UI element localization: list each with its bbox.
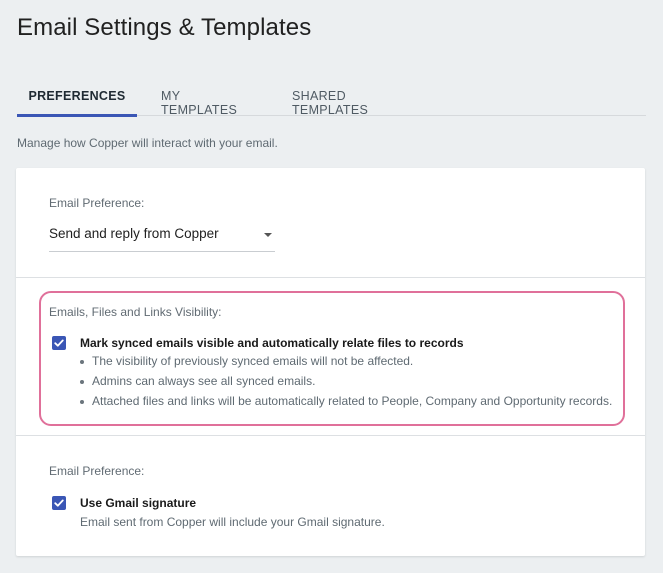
email-preference-select[interactable]: Send and reply from Copper — [49, 224, 275, 252]
tab-bar: PREFERENCES MY TEMPLATES SHARED TEMPLATE… — [17, 80, 646, 117]
visibility-notes: The visibility of previously synced emai… — [79, 354, 612, 414]
list-item: Admins can always see all synced emails. — [79, 374, 612, 394]
dropdown-caret-icon — [264, 233, 272, 237]
visibility-checkbox[interactable] — [52, 336, 66, 350]
email-preference-value: Send and reply from Copper — [49, 226, 219, 241]
checkmark-icon — [54, 339, 64, 347]
section-divider — [16, 277, 645, 278]
gmail-signature-checkbox[interactable] — [52, 496, 66, 510]
list-item: The visibility of previously synced emai… — [79, 354, 612, 374]
visibility-label: Emails, Files and Links Visibility: — [49, 305, 222, 319]
tab-my-templates[interactable]: MY TEMPLATES — [161, 80, 249, 117]
page-title: Email Settings & Templates — [17, 14, 312, 41]
list-item: Attached files and links will be automat… — [79, 394, 612, 414]
tab-shared-templates[interactable]: SHARED TEMPLATES — [292, 80, 410, 117]
gmail-signature-label[interactable]: Use Gmail signature — [80, 496, 196, 510]
gmail-signature-description: Email sent from Copper will include your… — [80, 515, 385, 529]
tab-preferences[interactable]: PREFERENCES — [17, 80, 137, 117]
section-divider — [16, 435, 645, 436]
settings-card: Email Preference: Send and reply from Co… — [16, 168, 645, 556]
page-description: Manage how Copper will interact with you… — [17, 136, 278, 150]
checkmark-icon — [54, 499, 64, 507]
email-preference-label: Email Preference: — [49, 196, 145, 210]
signature-preference-label: Email Preference: — [49, 464, 145, 478]
visibility-checkbox-label[interactable]: Mark synced emails visible and automatic… — [80, 336, 464, 350]
